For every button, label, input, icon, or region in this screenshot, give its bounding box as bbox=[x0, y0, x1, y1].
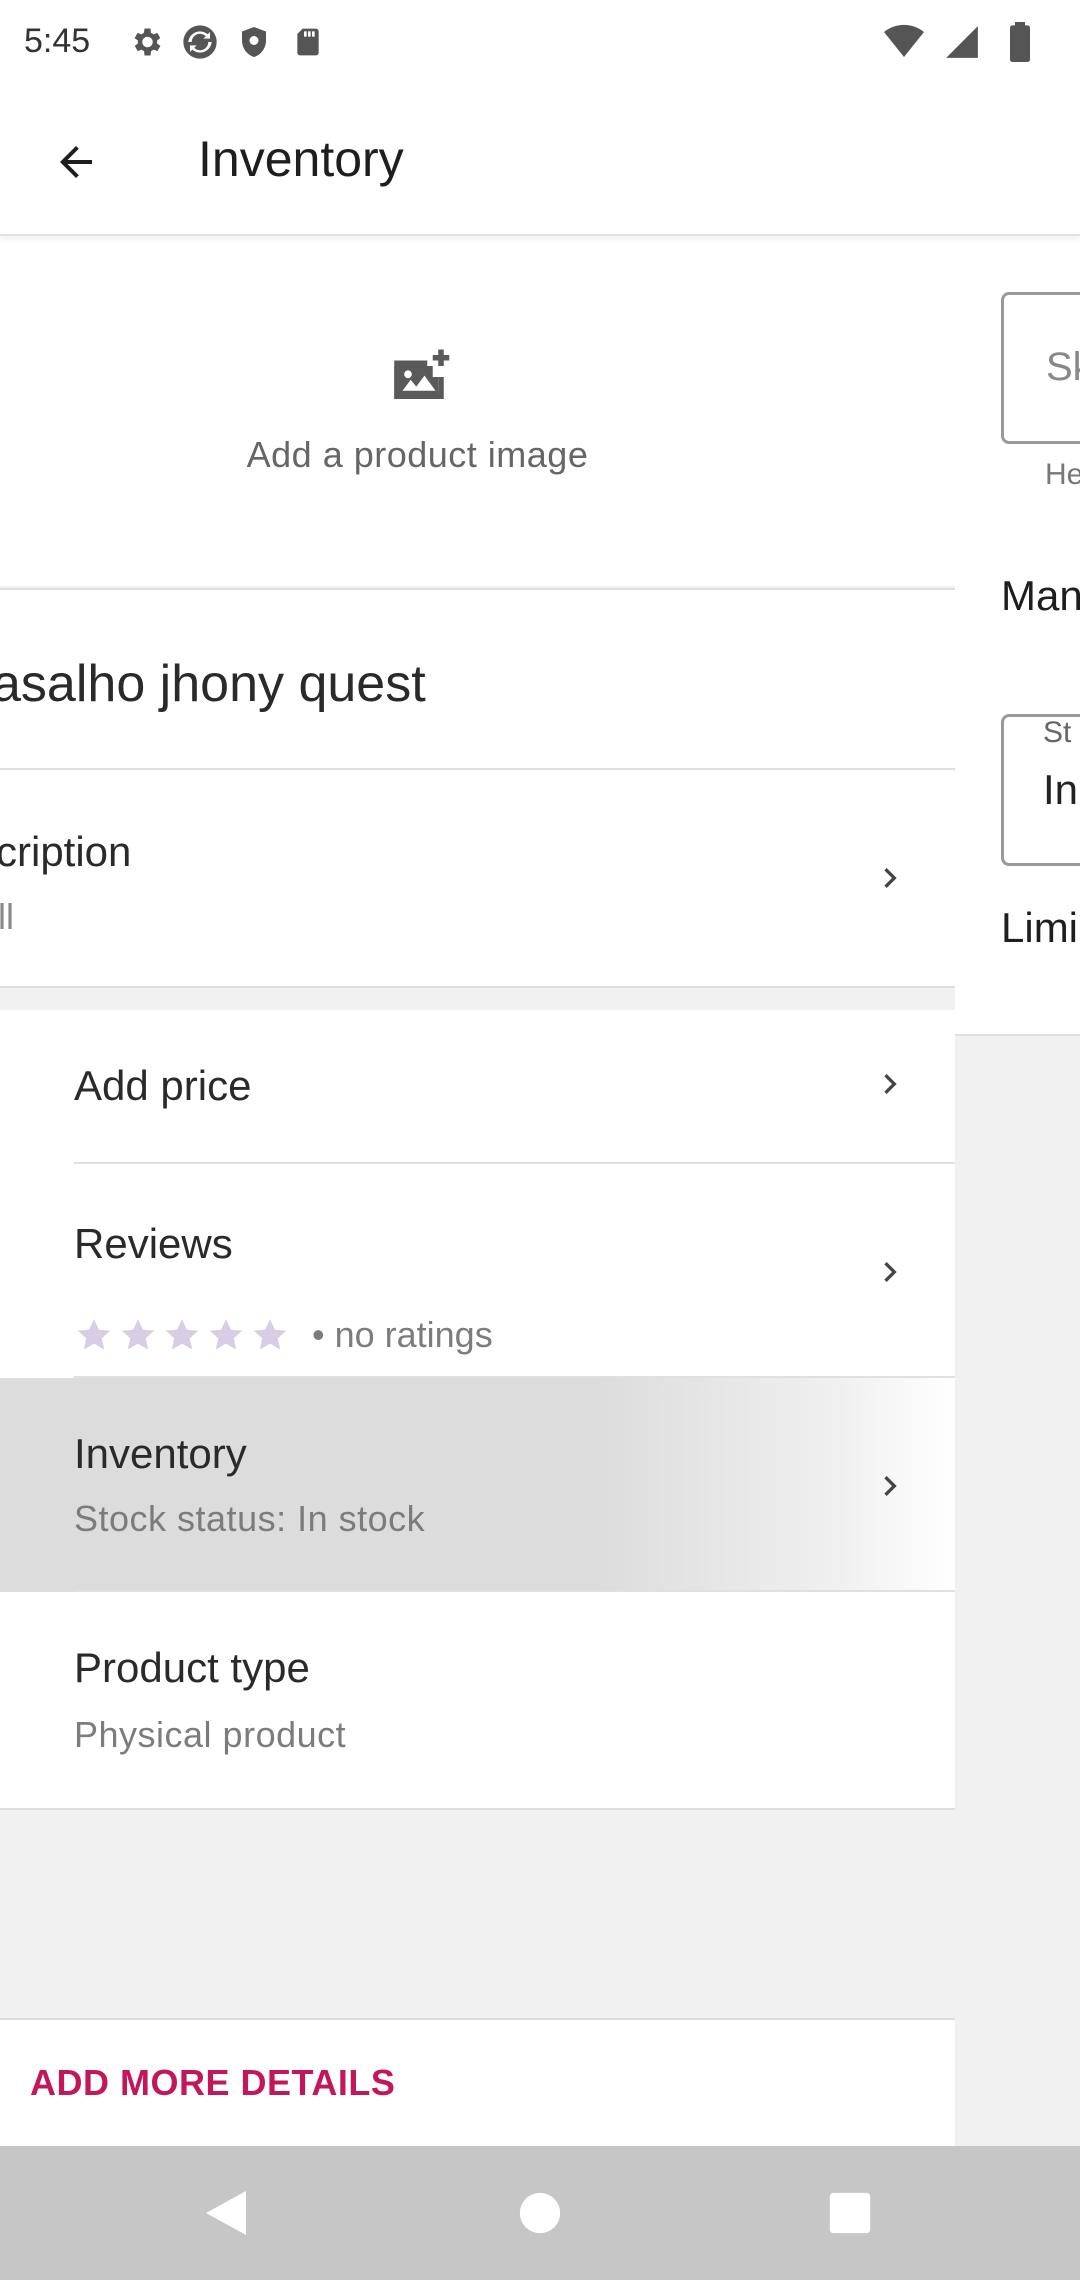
add-photo-icon bbox=[394, 349, 450, 399]
battery-icon bbox=[1000, 20, 1040, 64]
list-item-inventory[interactable]: Inventory Stock status: In stock bbox=[0, 1378, 955, 1592]
circle-home-icon bbox=[519, 2192, 561, 2234]
description-subtitle: ll bbox=[0, 896, 14, 937]
footer-bar: ADD MORE DETAILS bbox=[0, 2018, 955, 2146]
back-button[interactable] bbox=[36, 126, 116, 198]
inventory-panel-background bbox=[955, 1036, 1080, 2146]
page-title: Inventory bbox=[198, 131, 404, 187]
screen: 5:45 Inventory Add a product image asalh… bbox=[0, 0, 1080, 2280]
product-title-row[interactable]: asalho jhony quest bbox=[0, 588, 955, 768]
reviews-label: Reviews bbox=[74, 1220, 233, 1267]
sku-field[interactable]: Sk bbox=[1001, 292, 1080, 444]
product-type-value: Physical product bbox=[74, 1714, 347, 1755]
list-item-add-price[interactable]: Add price bbox=[0, 1010, 955, 1164]
product-options-list: Add price Reviews • no ratings Inventory… bbox=[0, 1010, 955, 1810]
product-detail-panel: Add a product image asalho jhony quest c… bbox=[0, 236, 955, 2146]
add-product-image-button[interactable]: Add a product image bbox=[0, 236, 955, 586]
list-item-product-type[interactable]: Product type Physical product bbox=[0, 1592, 955, 1810]
status-icons-left bbox=[126, 20, 328, 64]
chevron-right-icon bbox=[870, 1252, 910, 1292]
nav-back-button[interactable] bbox=[176, 2168, 276, 2258]
shield-icon bbox=[234, 20, 274, 64]
stock-status-text: Stock status: In stock bbox=[74, 1498, 426, 1539]
description-row[interactable]: cription ll bbox=[0, 768, 955, 988]
list-item-reviews[interactable]: Reviews • no ratings bbox=[0, 1164, 955, 1378]
product-type-label: Product type bbox=[74, 1644, 310, 1691]
arrow-left-icon bbox=[60, 146, 92, 178]
system-nav-bar bbox=[0, 2146, 1080, 2280]
description-title: cription bbox=[0, 828, 132, 875]
product-title: asalho jhony quest bbox=[0, 655, 426, 713]
sku-field-text: Sk bbox=[1046, 345, 1080, 389]
status-bar: 5:45 bbox=[0, 0, 1080, 88]
sku-helper-text: He bbox=[1045, 458, 1080, 491]
add-price-label: Add price bbox=[74, 1062, 252, 1109]
nav-recents-button[interactable] bbox=[800, 2168, 900, 2258]
star-icon bbox=[77, 1319, 111, 1350]
inventory-label: Inventory bbox=[74, 1430, 247, 1477]
stock-status-field-value: In bbox=[1043, 766, 1079, 813]
star-icon bbox=[121, 1319, 155, 1350]
square-recents-icon bbox=[829, 2192, 871, 2234]
chevron-right-icon bbox=[870, 1466, 910, 1506]
limit-one-per-order-label: Limi bbox=[1001, 904, 1079, 951]
add-more-details-button[interactable]: ADD MORE DETAILS bbox=[30, 2062, 395, 2104]
nav-home-button[interactable] bbox=[490, 2168, 590, 2258]
app-bar: Inventory bbox=[0, 88, 1080, 236]
chevron-right-icon bbox=[870, 858, 910, 898]
add-product-image-label: Add a product image bbox=[246, 434, 589, 475]
chevron-right-icon bbox=[870, 1064, 910, 1104]
wifi-icon bbox=[884, 20, 924, 64]
star-icon bbox=[165, 1319, 199, 1350]
signal-icon bbox=[942, 20, 982, 64]
sync-icon bbox=[180, 20, 220, 64]
star-icon bbox=[253, 1319, 287, 1350]
stock-status-field-label: St bbox=[1043, 716, 1072, 749]
gear-icon bbox=[126, 20, 166, 64]
triangle-back-icon bbox=[206, 2191, 246, 2235]
manage-stock-label: Man bbox=[1001, 572, 1080, 619]
rating-text: • no ratings bbox=[312, 1314, 493, 1355]
rating-stars: • no ratings bbox=[74, 1314, 493, 1356]
status-time: 5:45 bbox=[24, 22, 91, 60]
star-icon bbox=[209, 1319, 243, 1350]
status-icons-right bbox=[884, 20, 1040, 64]
inventory-settings-panel: Sk He Man St In Limi bbox=[955, 236, 1080, 1036]
sd-card-icon bbox=[288, 20, 328, 64]
